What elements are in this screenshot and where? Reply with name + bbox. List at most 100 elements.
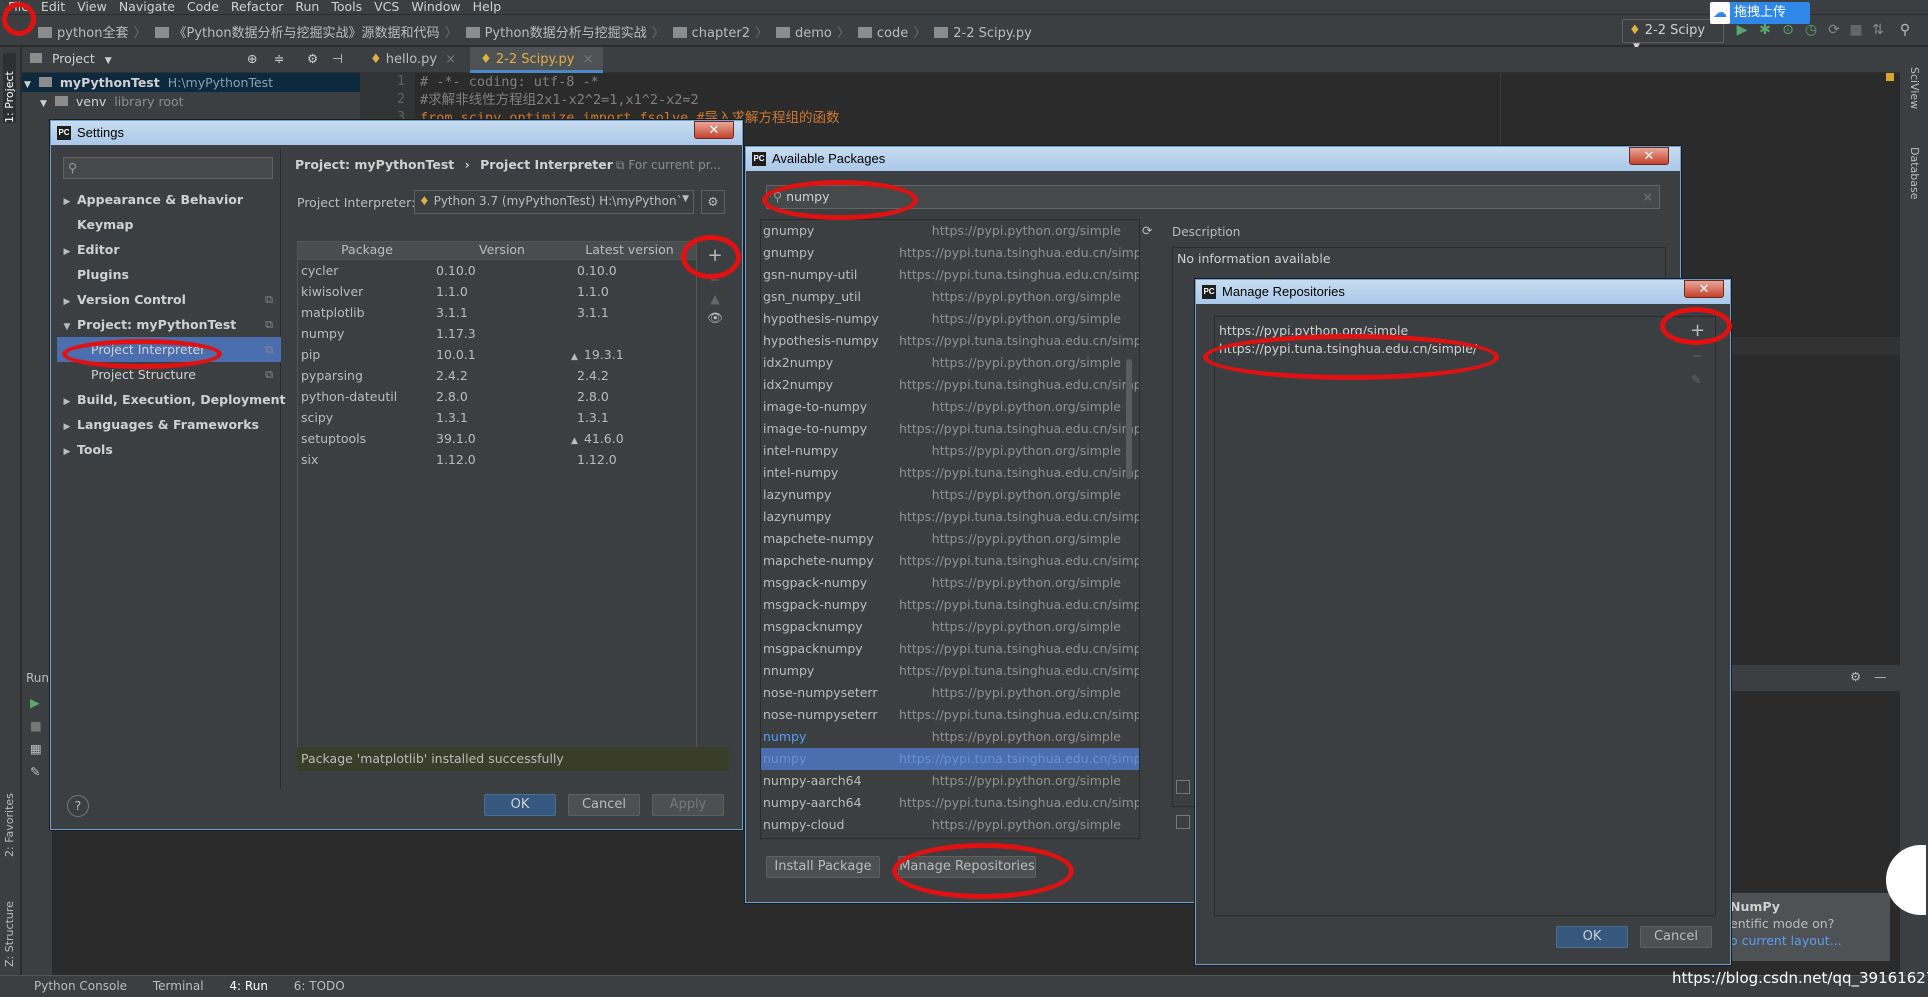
table-row[interactable]: six 1.12.0 1.12.0	[298, 449, 696, 470]
list-item[interactable]: gnumpy https://pypi.tuna.tsinghua.edu.cn/…	[761, 242, 1139, 264]
close-button[interactable]: ✕	[1684, 280, 1724, 298]
settings-nav-item[interactable]: ▶ Languages & Frameworks	[57, 412, 281, 437]
vcs-icon[interactable]: ⇅	[1870, 22, 1886, 38]
stop-icon[interactable]: ■	[22, 710, 52, 733]
list-item[interactable]: lazynumpy https://pypi.tuna.tsinghua.edu.…	[761, 506, 1139, 528]
menu-navigate[interactable]: Navigate	[119, 0, 175, 14]
table-row[interactable]: python-dateutil 2.8.0 2.8.0	[298, 386, 696, 407]
table-row[interactable]: cycler 0.10.0 0.10.0	[298, 260, 696, 281]
gear-icon[interactable]: ⚙	[307, 51, 318, 66]
table-row[interactable]: setuptools 39.1.0 ▲ 41.6.0	[298, 428, 696, 449]
stop-icon[interactable]: ■	[1848, 22, 1864, 38]
list-item[interactable]: gsn_numpy_util https://pypi.python.org/si…	[761, 286, 1139, 308]
menu-code[interactable]: Code	[187, 0, 219, 14]
pin-icon[interactable]: ✎	[22, 756, 52, 779]
todo-tab[interactable]: 6: TODO	[294, 979, 345, 993]
table-row[interactable]: numpy 1.17.3	[298, 323, 696, 344]
settings-nav-item[interactable]: Keymap	[57, 212, 281, 237]
help-button[interactable]: ?	[67, 795, 89, 817]
search-everywhere-icon[interactable]: ⚲	[1897, 22, 1913, 38]
package-list-scrollbar[interactable]	[1126, 359, 1132, 479]
close-button[interactable]: ✕	[694, 121, 734, 139]
tree-root[interactable]: ▼ myPythonTest H:\myPythonTest	[22, 73, 360, 92]
list-item[interactable]: numpy https://pypi.python.org/simple	[761, 726, 1139, 748]
menu-edit[interactable]: Edit	[41, 0, 65, 14]
options-checkbox[interactable]	[1176, 815, 1190, 829]
list-item[interactable]: intel-numpy https://pypi.tuna.tsinghua.ed…	[761, 462, 1139, 484]
run-configuration-select[interactable]: ♦ 2-2 Scipy ▼	[1622, 19, 1724, 52]
settings-search-input[interactable]: ⚲	[63, 157, 273, 179]
close-icon[interactable]: ×	[583, 52, 594, 67]
remove-repository-button[interactable]: −	[1692, 348, 1702, 363]
list-item[interactable]: idx2numpy https://pypi.python.org/simple	[761, 352, 1139, 374]
menu-refactor[interactable]: Refactor	[231, 0, 283, 14]
list-item[interactable]: hypothesis-numpy https://pypi.tuna.tsingh…	[761, 330, 1139, 352]
install-package-button[interactable]: Install Package	[766, 856, 880, 878]
list-item[interactable]: nnumpy https://pypi.tuna.tsinghua.edu.cn/…	[761, 660, 1139, 682]
project-tool-tab[interactable]: 1: Project	[3, 53, 16, 123]
interpreter-gear-button[interactable]: ⚙	[701, 190, 725, 214]
breadcrumb-item[interactable]: code 〉	[850, 22, 926, 41]
structure-tool-tab[interactable]: Z: Structure	[3, 877, 16, 967]
hide-icon[interactable]: ⊣	[332, 51, 343, 66]
favorites-tool-tab[interactable]: 2: Favorites	[3, 777, 16, 857]
show-early-releases-icon[interactable]: 👁	[701, 310, 729, 326]
list-item[interactable]: lazynumpy https://pypi.python.org/simple	[761, 484, 1139, 506]
breadcrumb-item[interactable]: Python数据分析与挖掘实战〉	[458, 22, 665, 41]
list-item[interactable]: image-to-numpy https://pypi.python.org/si…	[761, 396, 1139, 418]
list-item[interactable]: mapchete-numpy https://pypi.python.org/si…	[761, 528, 1139, 550]
list-item[interactable]: msgpacknumpy https://pypi.tuna.tsinghua.e…	[761, 638, 1139, 660]
ok-button[interactable]: OK	[484, 794, 556, 816]
coverage-icon[interactable]: ⊙	[1780, 22, 1796, 38]
list-item[interactable]: numpy https://pypi.tuna.tsinghua.edu.cn/s…	[761, 748, 1139, 770]
list-item[interactable]: hypothesis-numpy https://pypi.python.org/…	[761, 308, 1139, 330]
list-item[interactable]: idx2numpy https://pypi.tuna.tsinghua.edu.…	[761, 374, 1139, 396]
close-button[interactable]: ✕	[1629, 147, 1669, 165]
settings-nav-item[interactable]: ▶ Appearance & Behavior	[57, 187, 281, 212]
list-item[interactable]: nose-numpyseterr https://pypi.python.org/…	[761, 682, 1139, 704]
table-row[interactable]: pip 10.0.1 ▲ 19.3.1	[298, 344, 696, 365]
breadcrumb-item[interactable]: python全套〉	[30, 22, 147, 41]
cancel-button[interactable]: Cancel	[568, 794, 640, 816]
list-item[interactable]: numpy-aarch64 https://pypi.tuna.tsinghua.…	[761, 792, 1139, 814]
clear-icon[interactable]: ×	[1643, 189, 1653, 204]
menu-run[interactable]: Run	[295, 0, 319, 14]
python-console-tab[interactable]: Python Console	[34, 979, 127, 993]
chevron-down-icon[interactable]: ▼	[105, 56, 112, 66]
menu-help[interactable]: Help	[473, 0, 502, 14]
collapse-icon[interactable]: ≑	[274, 51, 284, 66]
breadcrumb-item[interactable]: 2-2 Scipy.py	[926, 26, 1032, 41]
menu-view[interactable]: View	[77, 0, 107, 14]
list-item[interactable]: msgpack-numpy https://pypi.python.org/sim…	[761, 572, 1139, 594]
minimize-icon[interactable]: —	[1874, 669, 1887, 684]
settings-nav-item[interactable]: ▶ Version Control ⧉	[57, 287, 281, 312]
cancel-button[interactable]: Cancel	[1640, 926, 1712, 948]
layout-icon[interactable]: ▦	[22, 733, 52, 756]
terminal-tab[interactable]: Terminal	[153, 979, 204, 993]
apply-button[interactable]: Apply	[652, 794, 724, 816]
settings-nav-item[interactable]: ▶ Editor	[57, 237, 281, 262]
breadcrumb-item[interactable]: chapter2 〉	[665, 22, 768, 41]
reload-list-icon[interactable]: ⟳	[1142, 223, 1152, 238]
list-item[interactable]: gnumpy https://pypi.python.org/simple	[761, 220, 1139, 242]
breadcrumb-item[interactable]: 《Python数据分析与挖掘实战》源数据和代码〉	[147, 22, 458, 41]
specify-version-checkbox[interactable]	[1176, 780, 1190, 794]
settings-nav-item[interactable]: ▼ Project: myPythonTest ⧉	[57, 312, 281, 337]
list-item[interactable]: intel-numpy https://pypi.python.org/simpl…	[761, 440, 1139, 462]
run-icon[interactable]: ▶	[1734, 22, 1750, 38]
settings-nav-item[interactable]: ▶ Build, Execution, Deployment	[57, 387, 286, 412]
ok-button[interactable]: OK	[1556, 926, 1628, 948]
run-tab[interactable]: 4: Run	[229, 979, 268, 993]
table-row[interactable]: pyparsing 2.4.2 2.4.2	[298, 365, 696, 386]
database-tool-tab[interactable]: Database	[1908, 147, 1921, 217]
debug-icon[interactable]: ✱	[1757, 22, 1773, 38]
profile-icon[interactable]: ◷	[1803, 22, 1819, 38]
menu-tools[interactable]: Tools	[331, 0, 362, 14]
list-item[interactable]: numpy-cloud https://pypi.python.org/simpl…	[761, 814, 1139, 836]
list-item[interactable]: image-to-numpy https://pypi.tuna.tsinghua…	[761, 418, 1139, 440]
edit-repository-icon[interactable]: ✎	[1691, 372, 1701, 387]
menu-window[interactable]: Window	[411, 0, 460, 14]
upgrade-package-button[interactable]: ▲	[701, 291, 729, 306]
tab-2-2-scipy-py[interactable]: ♦ 2-2 Scipy.py ×	[470, 47, 604, 73]
sciview-tool-tab[interactable]: SciView	[1908, 67, 1921, 127]
